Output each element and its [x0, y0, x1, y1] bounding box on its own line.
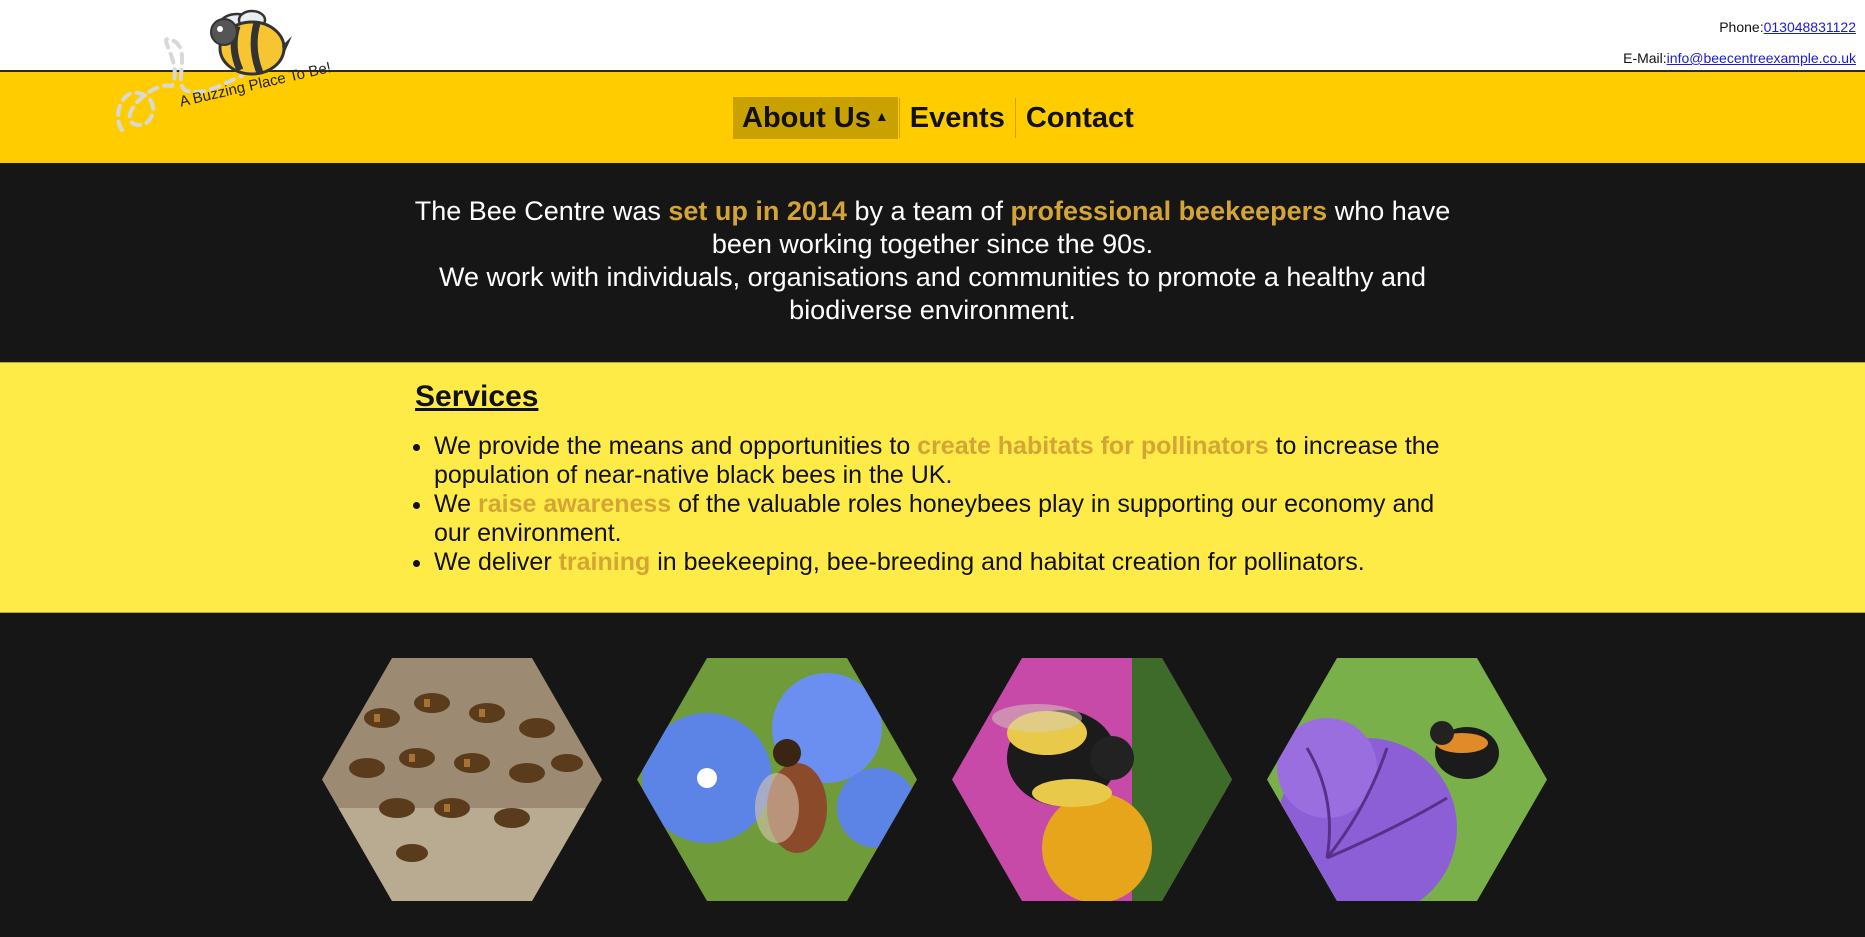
- intro-text-part: by a team of: [846, 196, 1011, 226]
- email-line: E-Mail:info@beecentreexample.co.uk: [1623, 43, 1856, 74]
- intro-section: The Bee Centre was set up in 2014 by a t…: [0, 163, 1865, 362]
- nav-label-contact: Contact: [1025, 101, 1134, 134]
- nav-label-events: Events: [909, 101, 1005, 134]
- service-text: We provide the means and opportunities t…: [434, 432, 918, 460]
- nav-item-contact[interactable]: Contact: [1017, 97, 1143, 139]
- email-label: E-Mail:: [1623, 50, 1667, 66]
- service-text: We deliver: [434, 548, 559, 576]
- nav-item-about-us[interactable]: About Us ▲: [733, 97, 898, 139]
- list-item: We deliver training in beekeeping, bee-b…: [434, 548, 1454, 577]
- service-highlight: training: [558, 548, 651, 576]
- service-text: in beekeeping, bee-breeding and habitat …: [650, 548, 1365, 576]
- intro-highlight: set up in 2014: [668, 196, 847, 226]
- intro-text-part: The Bee Centre was: [414, 196, 669, 226]
- image-gallery: [0, 613, 1865, 937]
- nav-divider: [1014, 98, 1016, 138]
- services-heading: Services: [415, 380, 539, 413]
- intro-paragraph-2: We work with individuals, organisations …: [438, 262, 1427, 325]
- list-item: We raise awareness of the valuable roles…: [434, 490, 1454, 548]
- nav-divider: [898, 98, 900, 138]
- contact-info: Phone:013048831122 E-Mail:info@beecentre…: [1623, 12, 1856, 74]
- bumblebee-with-purple-flower-image: [1267, 658, 1547, 901]
- honeybees-image: [322, 658, 602, 901]
- service-text: We: [434, 490, 478, 518]
- nav-label-about-us: About Us: [742, 101, 871, 134]
- service-highlight: raise awareness: [478, 490, 672, 518]
- phone-line: Phone:013048831122: [1623, 12, 1856, 43]
- main-nav: About Us ▲ Events Contact: [733, 97, 1143, 139]
- intro-paragraph-1: The Bee Centre was set up in 2014 by a t…: [400, 195, 1465, 261]
- phone-link[interactable]: 013048831122: [1764, 19, 1856, 35]
- services-section: Services We provide the means and opport…: [0, 362, 1865, 613]
- caret-up-icon: ▲: [874, 108, 889, 124]
- email-link[interactable]: info@beecentreexample.co.uk: [1667, 50, 1856, 66]
- intro-highlight: professional beekeepers: [1010, 196, 1328, 226]
- bee-on-blue-flower-image: [637, 658, 917, 901]
- services-list: We provide the means and opportunities t…: [434, 432, 1454, 577]
- nav-item-events[interactable]: Events: [901, 97, 1014, 139]
- list-item: We provide the means and opportunities t…: [434, 432, 1454, 490]
- intro-text: The Bee Centre was set up in 2014 by a t…: [400, 195, 1465, 327]
- service-highlight: create habitats for pollinators: [917, 432, 1269, 460]
- phone-label: Phone:: [1719, 19, 1764, 35]
- bumblebee-on-pink-flower-image: [952, 658, 1232, 901]
- site-logo[interactable]: A Buzzing Place To Be!: [112, 6, 342, 146]
